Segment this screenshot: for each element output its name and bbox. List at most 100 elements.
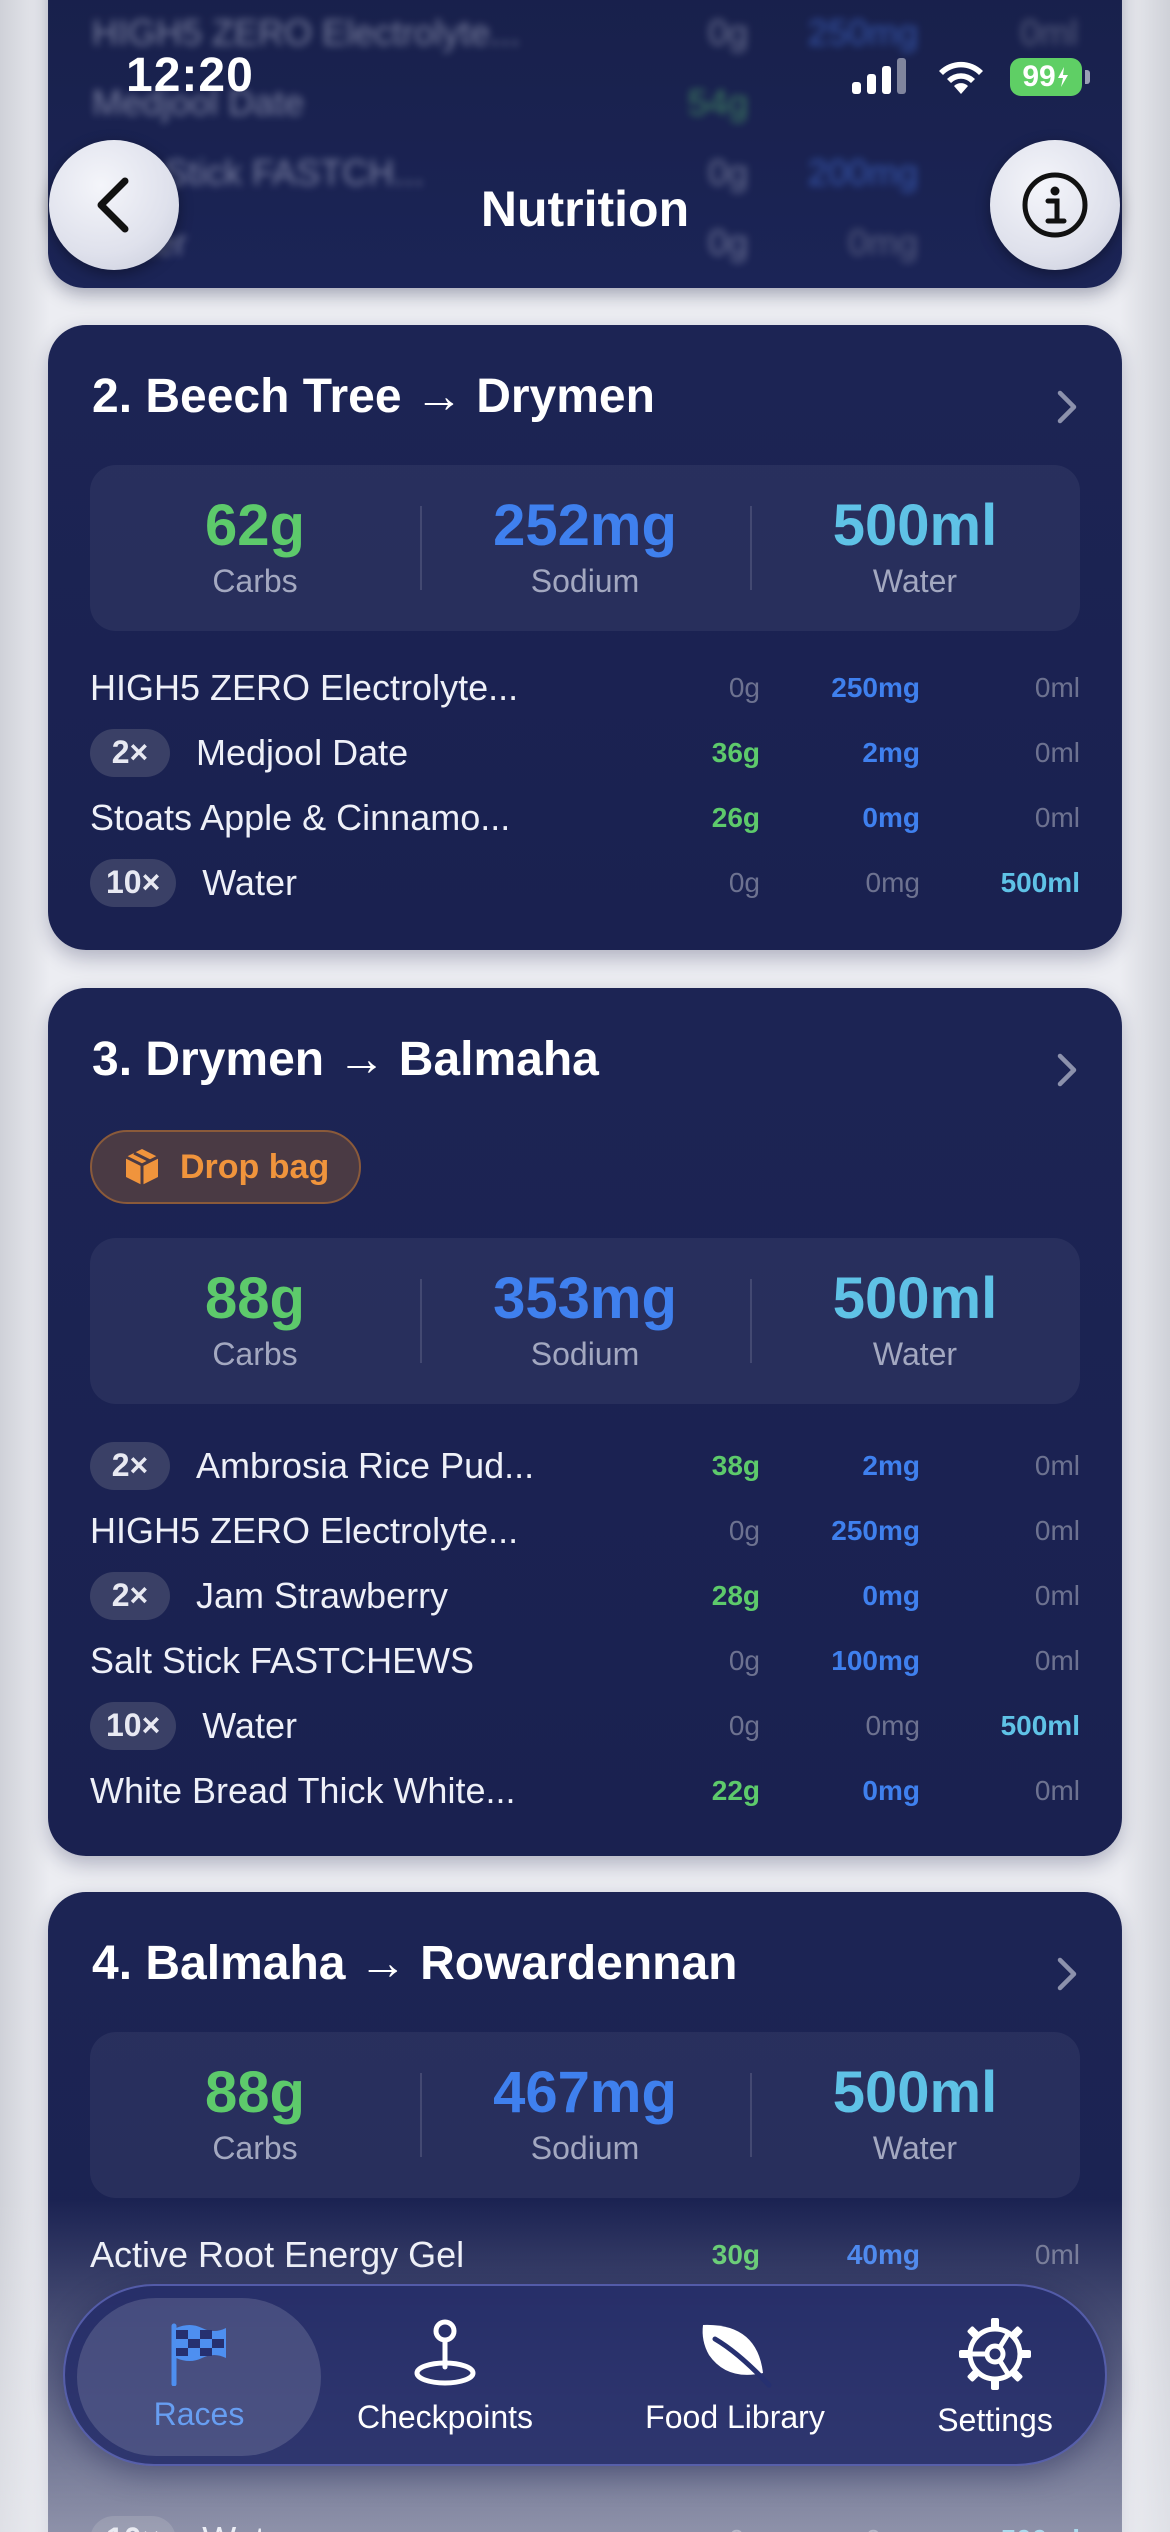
item-name: White Bread Thick White... — [90, 1769, 516, 1811]
sodium-metric: 467mg Sodium — [420, 2060, 750, 2167]
tab-food-library[interactable]: Food Library — [610, 2286, 860, 2468]
sodium-total: 353mg — [493, 1266, 677, 1332]
water-label: Water — [872, 562, 958, 599]
segment-card[interactable]: 3. Drymen → Balmaha Drop bag 88g Carbs 3… — [48, 988, 1122, 1856]
item-sodium: 0mg — [862, 1774, 920, 1806]
cellular-signal-icon — [852, 58, 906, 94]
item-sodium: 2mg — [862, 736, 920, 768]
checkered-flag-icon — [171, 2323, 226, 2386]
battery-level: 99 — [1022, 60, 1056, 93]
list-item: Active Root Energy Gel 30g 40mg 0ml — [90, 2222, 1080, 2287]
carbs-label: Carbs — [212, 2129, 298, 2166]
item-carbs: 0g — [728, 1644, 760, 1676]
list-item: 10× Water 0g 0mg 500ml — [90, 1693, 1080, 1758]
sodium-label: Sodium — [530, 2129, 640, 2166]
sodium-metric: 353mg Sodium — [420, 1266, 750, 1373]
carbs-label: Carbs — [212, 1335, 298, 1372]
item-sodium: 0mg — [865, 1709, 920, 1741]
item-water: 0ml — [1034, 2238, 1080, 2270]
item-water: 0ml — [1034, 1774, 1080, 1806]
item-carbs: 0g — [728, 866, 760, 898]
carbs-total: 62g — [205, 493, 305, 559]
item-water: 500ml — [1000, 866, 1080, 898]
food-list: HIGH5 ZERO Electrolyte... 0g 250mg 0ml 2… — [90, 655, 1080, 915]
item-carbs: 38g — [711, 1449, 760, 1481]
quantity-badge: 10× — [90, 858, 177, 907]
info-icon — [1022, 172, 1088, 238]
carbs-total: 88g — [205, 2060, 305, 2126]
carbs-metric: 88g Carbs — [90, 2060, 420, 2167]
item-water: 0ml — [1034, 1514, 1080, 1546]
carbs-label: Carbs — [212, 562, 298, 599]
sodium-total: 467mg — [493, 2060, 677, 2126]
segment-summary: 62g Carbs 252mg Sodium 500ml Water — [90, 465, 1080, 631]
navigation-bar: Nutrition — [0, 140, 1170, 280]
package-icon — [125, 1149, 159, 1185]
item-carbs: 30g — [711, 2238, 760, 2270]
chevron-right-icon — [1057, 1957, 1077, 1991]
map-pin-icon — [414, 2319, 476, 2385]
tab-checkpoints[interactable]: Checkpoints — [335, 2286, 555, 2468]
segment-card[interactable]: 2. Beech Tree → Drymen 62g Carbs 252mg S… — [48, 325, 1122, 950]
sodium-label: Sodium — [530, 1335, 640, 1372]
list-item: 2× Medjool Date 36g 2mg 0ml — [90, 720, 1080, 785]
info-button[interactable] — [990, 140, 1120, 270]
item-carbs: 26g — [711, 801, 760, 833]
charging-bolt-icon — [1057, 67, 1068, 87]
segment-summary: 88g Carbs 353mg Sodium 500ml Water — [90, 1238, 1080, 1404]
segment-title: 2. Beech Tree → Drymen — [92, 370, 655, 423]
item-name: Salt Stick FASTCHEWS — [90, 1639, 475, 1681]
tab-races[interactable]: Races — [77, 2286, 321, 2468]
right-edge-shade — [1120, 0, 1170, 2532]
list-item: 2× Ambrosia Rice Pud... 38g 2mg 0ml — [90, 1433, 1080, 1498]
sodium-total: 252mg — [493, 493, 677, 559]
item-name: Water — [202, 1704, 297, 1746]
item-name: Ambrosia Rice Pud... — [196, 1444, 535, 1486]
status-bar: 12:20 99 — [0, 0, 1170, 150]
segment-title: 4. Balmaha → Rowardennan — [92, 1937, 738, 1990]
list-item: HIGH5 ZERO Electrolyte... 0g 250mg 0ml — [90, 655, 1080, 720]
sodium-metric: 252mg Sodium — [420, 493, 750, 600]
carbs-metric: 62g Carbs — [90, 493, 420, 600]
list-item: White Bread Thick White... 22g 0mg 0ml — [90, 1758, 1080, 1823]
water-metric: 500ml Water — [750, 2060, 1080, 2167]
water-label: Water — [872, 1335, 958, 1372]
item-name: Medjool Date — [196, 731, 409, 773]
battery-indicator: 99 — [1010, 58, 1082, 96]
battery-nub — [1085, 70, 1090, 84]
food-list: 2× Ambrosia Rice Pud... 38g 2mg 0ml HIGH… — [90, 1433, 1080, 1823]
leaf-icon — [702, 2324, 772, 2387]
gear-icon — [959, 2317, 1031, 2390]
list-item: Salt Stick FASTCHEWS 0g 100mg 0ml — [90, 1628, 1080, 1693]
water-total: 500ml — [832, 1266, 998, 1332]
item-sodium: 0mg — [865, 866, 920, 898]
list-item: 10× Water 0g 0mg 500ml — [90, 850, 1080, 915]
drop-bag-badge: Drop bag — [90, 1130, 362, 1204]
water-metric: 500ml Water — [750, 1266, 1080, 1373]
water-metric: 500ml Water — [750, 493, 1080, 600]
tab-settings[interactable]: Settings — [895, 2286, 1095, 2468]
tab-label: Settings — [937, 2401, 1053, 2438]
item-water: 500ml — [920, 2524, 1080, 2532]
item-carbs: 0g — [728, 671, 760, 703]
carbs-metric: 88g Carbs — [90, 1268, 420, 1373]
item-sodium: 2mg — [862, 1449, 920, 1481]
left-edge-shade — [0, 0, 50, 2532]
tab-label: Food Library — [645, 2398, 825, 2435]
item-name: Water — [202, 861, 297, 903]
item-water: 0ml — [1034, 1449, 1080, 1481]
item-sodium: 250mg — [831, 671, 920, 703]
water-total: 500ml — [832, 2060, 998, 2126]
quantity-badge: 10× — [90, 2515, 177, 2532]
list-item: HIGH5 ZERO Electrolyte... 0g 250mg 0ml — [90, 1498, 1080, 1563]
tab-bar: Races Checkpoints Food Library Settings — [63, 2284, 1107, 2466]
quantity-badge: 2× — [90, 1571, 170, 1620]
item-name: Active Root Energy Gel — [90, 2233, 465, 2275]
item-sodium: 0mg — [760, 2524, 920, 2532]
item-name: Water — [202, 2519, 620, 2532]
segment-title: 3. Drymen → Balmaha — [92, 1033, 599, 1086]
item-sodium: 0mg — [862, 801, 920, 833]
water-total: 500ml — [832, 493, 998, 559]
item-carbs: 22g — [711, 1774, 760, 1806]
list-item: Stoats Apple & Cinnamo... 26g 0mg 0ml — [90, 785, 1080, 850]
